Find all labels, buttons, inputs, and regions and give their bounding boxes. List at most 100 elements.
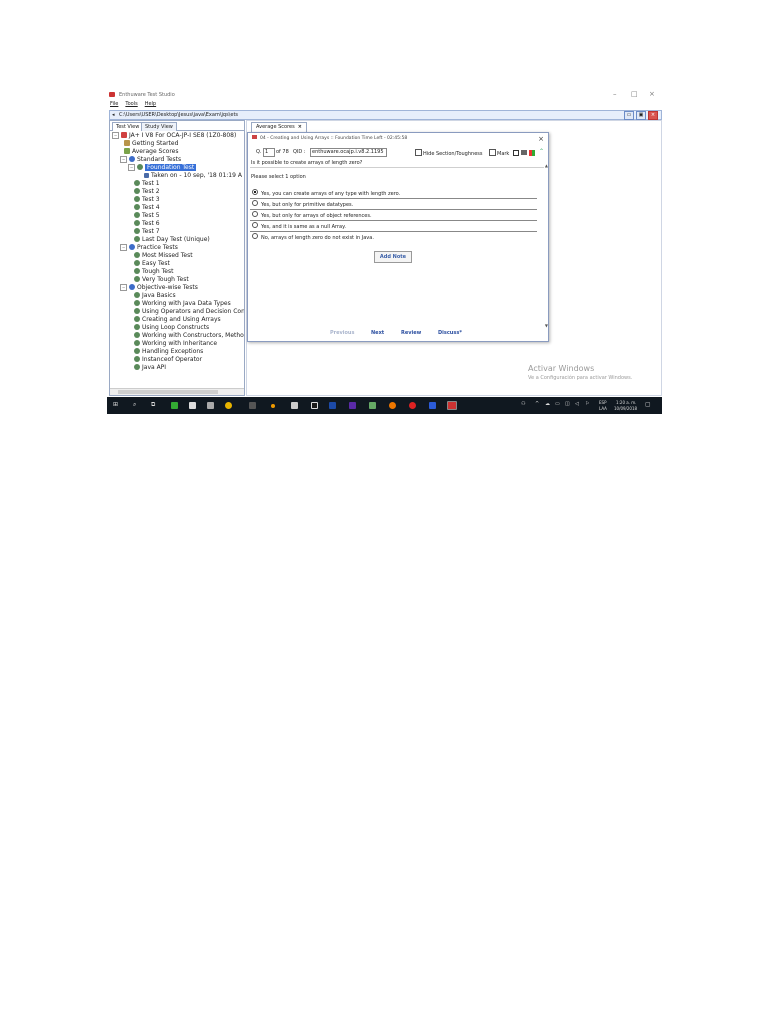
tree-item-standard-tests[interactable]: − Standard Tests [120,156,181,164]
inner-restore-button[interactable]: ▣ [636,111,646,120]
horizontal-scrollbar[interactable] [110,388,244,395]
tree-item-exceptions[interactable]: Handling Exceptions [134,348,203,356]
menu-help[interactable]: Help [145,101,156,107]
vertical-scrollbar[interactable]: ▲ ▼ [543,163,548,333]
window-icon[interactable] [513,150,519,156]
tab-close-icon[interactable]: × [298,124,302,130]
app-icon[interactable] [271,404,275,408]
tree-item-very-tough-test[interactable]: Very Tough Test [134,276,189,284]
discuss-button[interactable]: Discuss* [438,330,462,336]
scroll-down-icon[interactable]: ▼ [545,323,548,328]
search-icon[interactable]: ⌕ [133,401,136,409]
tree-item-easy-test[interactable]: Easy Test [134,260,170,268]
option-1[interactable]: Yes, you can create arrays of any type w… [250,189,537,199]
review-button[interactable]: Review [401,330,421,336]
language-top[interactable]: ESP [599,400,606,405]
enthuware-taskbar-icon[interactable] [447,401,457,410]
tree-item-test-1[interactable]: Test 1 [134,180,160,188]
chevron-up-icon[interactable]: ^ [535,401,539,407]
add-note-button[interactable]: Add Note [374,251,412,263]
tree-item-last-day-test[interactable]: Last Day Test (Unique) [134,236,210,244]
app-icon[interactable] [249,402,256,409]
mail-icon[interactable] [207,402,214,409]
premiere-icon[interactable] [349,402,356,409]
app-icon[interactable] [171,402,178,409]
radio-icon[interactable] [252,222,258,228]
tab-test-view[interactable]: Test View [112,122,144,131]
app-icon[interactable] [291,402,298,409]
option-5[interactable]: No, arrays of length zero do not exist i… [250,233,537,242]
tree-item-test-6[interactable]: Test 6 [134,220,160,228]
option-4[interactable]: Yes, and it is same as a null Array. [250,222,537,232]
store-icon[interactable] [189,402,196,409]
tree-item-loop-constructs[interactable]: Using Loop Constructs [134,324,209,332]
next-button[interactable]: Next [371,330,384,336]
opera-icon[interactable] [409,402,416,409]
collapse-icon[interactable]: − [120,284,127,291]
tree-item-test-3[interactable]: Test 3 [134,196,160,204]
tree-item-inheritance[interactable]: Working with Inheritance [134,340,217,348]
inner-close-button[interactable]: × [648,111,658,120]
mark-checkbox[interactable]: Mark [489,149,509,157]
option-3[interactable]: Yes, but only for arrays of object refer… [250,211,537,221]
color-palette-icon[interactable] [529,150,535,156]
photoshop-icon[interactable] [329,402,336,409]
tree-item-tough-test[interactable]: Tough Test [134,268,173,276]
collapse-icon[interactable]: − [120,244,127,251]
action-center-icon[interactable]: ▢ [645,401,651,408]
tree-item-taken-on[interactable]: Taken on - 10 sep, '18 01:19 A [144,172,242,180]
app-icon[interactable] [369,402,376,409]
dialog-close-button[interactable]: × [538,135,544,143]
maximize-button[interactable]: □ [631,90,638,98]
collapse-icon[interactable]: − [120,156,127,163]
previous-button[interactable]: Previous [330,330,354,336]
tree-item-instanceof[interactable]: Instanceof Operator [134,356,202,364]
radio-selected-icon[interactable] [252,189,258,195]
tree-item-java-data-types[interactable]: Working with Java Data Types [134,300,231,308]
firefox-icon[interactable] [389,402,396,409]
close-button[interactable]: × [649,90,655,98]
inner-minimize-button[interactable]: ▭ [624,111,634,120]
tree-item-average-scores[interactable]: Average Scores [124,148,178,156]
volume-icon[interactable]: ◁ [575,401,579,407]
menu-tools[interactable]: Tools [125,101,137,107]
tree-item-objective-wise-tests[interactable]: − Objective-wise Tests [120,284,198,292]
task-view-icon[interactable]: ⧉ [151,401,155,409]
language-bottom[interactable]: LAA [599,406,607,411]
tree-item-foundation-test[interactable]: − Foundation Test [128,164,197,172]
minimize-button[interactable]: – [613,90,617,98]
collapse-up-icon[interactable]: ⌃ [539,148,545,155]
tree-item-test-2[interactable]: Test 2 [134,188,160,196]
menu-file[interactable]: File [110,101,118,107]
qid-field[interactable]: enthuware.ocajp.i.v8.2.1195 [310,148,387,157]
scroll-thumb[interactable] [118,390,218,394]
tree-item-test-4[interactable]: Test 4 [134,204,160,212]
tree-item-getting-started[interactable]: Getting Started [124,140,178,148]
scroll-up-icon[interactable]: ▲ [545,163,548,168]
tree-item-constructors-methods[interactable]: Working with Constructors, Metho [134,332,244,340]
settings-icon[interactable] [311,402,318,409]
tab-study-view[interactable]: Study View [141,122,177,131]
hide-section-checkbox[interactable]: Hide Section/Toughness [415,149,482,157]
clock-time[interactable]: 1:20 a. m. [616,400,636,405]
tree-item-java-basics[interactable]: Java Basics [134,292,176,300]
tree-item-most-missed-test[interactable]: Most Missed Test [134,252,193,260]
tree-item-java-api[interactable]: Java API [134,364,166,372]
cloud-icon[interactable]: ☁ [545,401,550,407]
network-icon[interactable]: ◫ [565,401,570,407]
tree-item-test-7[interactable]: Test 7 [134,228,160,236]
tab-average-scores[interactable]: Average Scores × [251,122,307,132]
tree-root[interactable]: − JA+ I V8 For OCA-JP-I SE8 (1Z0-808) [112,132,236,140]
option-2[interactable]: Yes, but only for primitive datatypes. [250,200,537,210]
collapse-icon[interactable]: − [112,132,119,139]
chrome-icon[interactable] [225,402,232,409]
notification-flag-icon[interactable]: ⚐ [585,401,589,407]
battery-icon[interactable]: ▭ [555,401,560,407]
tree-item-operators-decision[interactable]: Using Operators and Decision Con [134,308,244,316]
collapse-icon[interactable]: − [128,164,135,171]
windows-start-icon[interactable]: ⊞ [113,401,118,408]
question-number-field[interactable]: 1 [263,148,275,157]
radio-icon[interactable] [252,211,258,217]
word-icon[interactable] [429,402,436,409]
radio-icon[interactable] [252,233,258,239]
